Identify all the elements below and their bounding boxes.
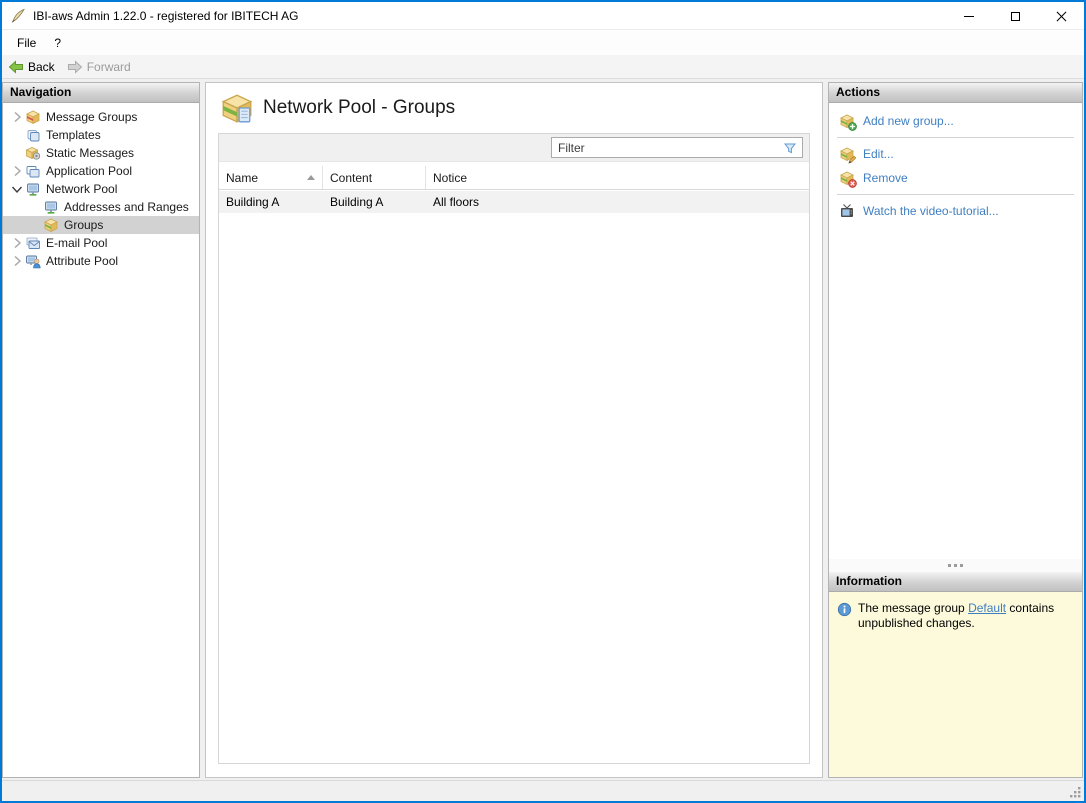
app-window: IBI-aws Admin 1.22.0 - registered for IB… [0, 0, 1086, 803]
column-header-content[interactable]: Content [323, 166, 426, 189]
nav-item-attribute-pool[interactable]: Attribute Pool [3, 252, 199, 270]
filter-box [551, 137, 803, 158]
minimize-button[interactable] [946, 2, 992, 30]
cell-name: Building A [226, 195, 280, 209]
filter-funnel-icon[interactable] [782, 140, 798, 156]
remove-button[interactable]: Remove [829, 166, 1082, 190]
actions-header: Actions [829, 83, 1082, 103]
groups-table: Name Content Notice Building A Building … [218, 133, 810, 764]
window-title: IBI-aws Admin 1.22.0 - registered for IB… [33, 8, 299, 23]
tv-icon [839, 203, 855, 219]
monitor-icon [43, 199, 59, 215]
page-title: Network Pool - Groups [263, 97, 456, 118]
app-quill-icon [10, 8, 26, 24]
nav-item-addresses-and-ranges[interactable]: Addresses and Ranges [3, 198, 199, 216]
nav-item-static-messages[interactable]: Static Messages [3, 144, 199, 162]
toolbar: Back Forward [2, 55, 1084, 79]
splitter-grip-icon [960, 564, 963, 567]
navigation-header: Navigation [3, 83, 199, 103]
templates-pages-icon [25, 127, 41, 143]
status-bar [2, 780, 1084, 801]
menu-file[interactable]: File [8, 30, 45, 55]
maximize-button[interactable] [992, 2, 1038, 30]
default-group-link[interactable]: Default [968, 601, 1006, 615]
group-box-document-icon [220, 91, 254, 125]
close-button[interactable] [1038, 2, 1084, 30]
right-column: Actions Add new group... Edit... Remove … [828, 82, 1083, 778]
chevron-placeholder [9, 127, 25, 143]
actions-separator [837, 137, 1074, 138]
cell-notice: All floors [433, 195, 480, 209]
chevron-placeholder [9, 145, 25, 161]
resize-grip-icon[interactable] [1069, 786, 1082, 799]
forward-arrow-icon [67, 59, 83, 75]
back-button[interactable]: Back [2, 55, 61, 78]
watch-video-tutorial-link[interactable]: Watch the video-tutorial... [829, 199, 1082, 223]
close-icon [1056, 11, 1067, 22]
network-monitor-icon [25, 181, 41, 197]
message-groups-box-icon [25, 109, 41, 125]
back-arrow-icon [8, 59, 24, 75]
maximize-icon [1010, 11, 1020, 21]
info-circle-icon [837, 602, 852, 617]
chevron-down-icon[interactable] [9, 181, 25, 197]
person-monitor-icon [25, 253, 41, 269]
main-panel: Network Pool - Groups Name Content Notic… [205, 82, 823, 778]
group-box-icon [43, 217, 59, 233]
main-title-row: Network Pool - Groups [206, 83, 822, 133]
menu-bar: File ? [2, 30, 1084, 55]
add-new-group-button[interactable]: Add new group... [829, 109, 1082, 133]
edit-button[interactable]: Edit... [829, 142, 1082, 166]
chevron-right-icon[interactable] [9, 109, 25, 125]
group-add-icon [839, 113, 855, 129]
actions-separator [837, 194, 1074, 195]
column-header-notice[interactable]: Notice [426, 166, 809, 189]
nav-item-message-groups[interactable]: Message Groups [3, 108, 199, 126]
nav-item-application-pool[interactable]: Application Pool [3, 162, 199, 180]
menu-help[interactable]: ? [45, 30, 70, 55]
group-remove-icon [839, 170, 855, 186]
table-header-row: Name Content Notice [219, 166, 809, 190]
chevron-right-icon[interactable] [9, 163, 25, 179]
information-header: Information [829, 572, 1082, 592]
panel-splitter[interactable] [829, 559, 1082, 572]
group-edit-icon [839, 146, 855, 162]
nav-item-templates[interactable]: Templates [3, 126, 199, 144]
forward-button[interactable]: Forward [61, 55, 137, 78]
title-bar: IBI-aws Admin 1.22.0 - registered for IB… [2, 2, 1084, 30]
nav-item-network-pool[interactable]: Network Pool [3, 180, 199, 198]
cell-content: Building A [330, 195, 384, 209]
actions-panel: Add new group... Edit... Remove Watch th… [829, 103, 1082, 559]
navigation-tree: Message Groups Templates Static Messages… [3, 103, 199, 270]
splitter-grip-icon [954, 564, 957, 567]
table-row[interactable]: Building A Building A All floors [219, 191, 809, 213]
navigation-panel: Navigation Message Groups Templates Stat… [2, 82, 200, 778]
envelope-icon [25, 235, 41, 251]
minimize-icon [964, 15, 974, 17]
splitter-grip-icon [948, 564, 951, 567]
information-message: The message group Default contains unpub… [858, 601, 1055, 630]
caption-buttons [946, 2, 1084, 30]
sort-ascending-icon [307, 175, 315, 180]
chevron-right-icon[interactable] [9, 235, 25, 251]
nav-item-groups[interactable]: Groups [3, 216, 199, 234]
nav-item-email-pool[interactable]: E-mail Pool [3, 234, 199, 252]
information-panel: The message group Default contains unpub… [829, 592, 1082, 777]
column-header-name[interactable]: Name [219, 166, 323, 189]
chevron-right-icon[interactable] [9, 253, 25, 269]
filter-strip [219, 134, 809, 162]
static-messages-gear-box-icon [25, 145, 41, 161]
application-windows-icon [25, 163, 41, 179]
filter-input[interactable] [552, 138, 782, 157]
